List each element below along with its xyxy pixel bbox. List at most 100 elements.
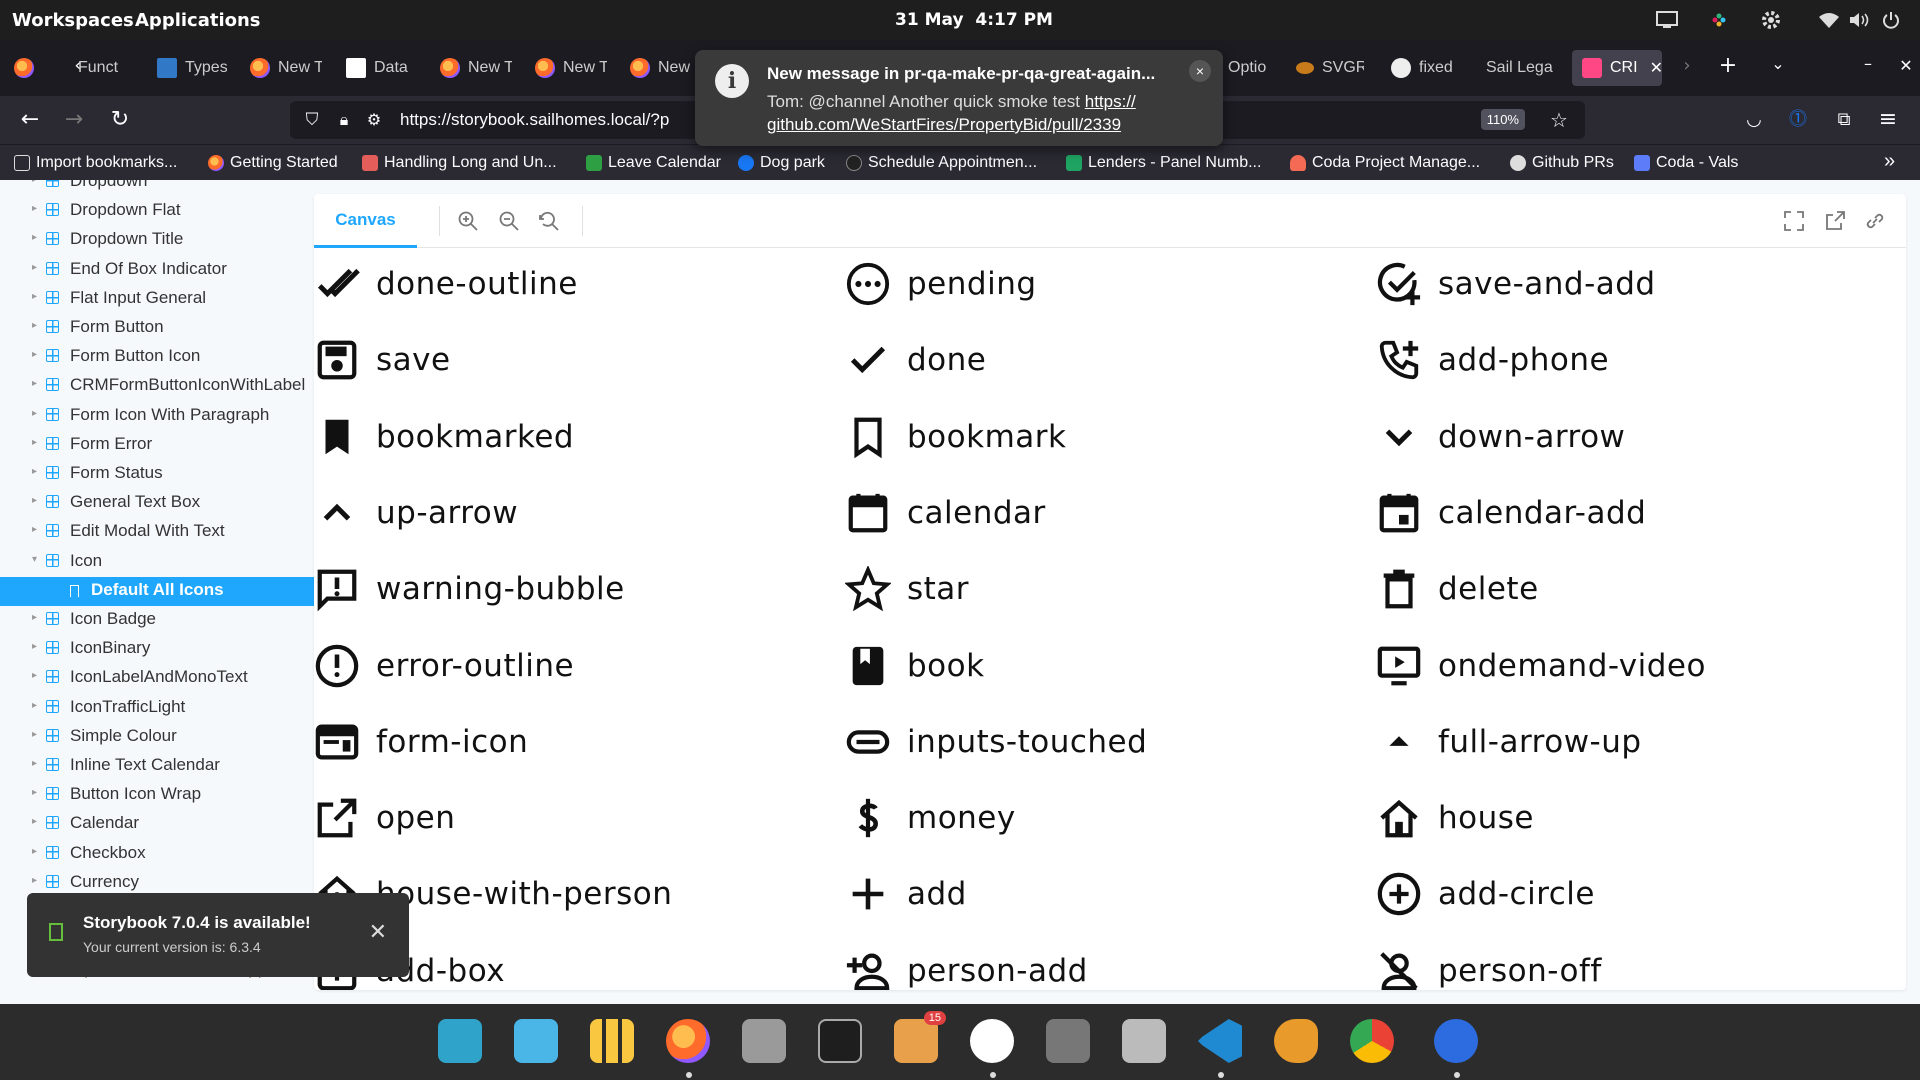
new-tab-icon[interactable]: + — [1716, 54, 1740, 78]
minimize-icon[interactable]: – — [1856, 52, 1880, 76]
signal-icon[interactable] — [1434, 1019, 1478, 1063]
list-all-tabs-icon[interactable]: ⌄ — [1766, 52, 1790, 76]
vscode-icon[interactable] — [1198, 1019, 1242, 1063]
bookmark-item[interactable]: Handling Long and Un... — [362, 154, 557, 172]
sidebar-item[interactable]: ▸ Form Button — [0, 314, 314, 343]
permissions-icon[interactable]: ⚙︎ — [362, 108, 386, 132]
tab[interactable]: New T — [250, 50, 322, 86]
sidebar-item[interactable]: ▸ Icon Badge — [0, 606, 314, 635]
settings-gear-icon[interactable] — [1758, 8, 1784, 32]
text-editor-icon[interactable]: 15 — [894, 1011, 946, 1063]
sidebar-item[interactable]: ▸ IconBinary — [0, 635, 314, 664]
sidebar-item[interactable]: ▸ End Of Box Indicator — [0, 256, 314, 285]
bookmark-item[interactable]: Getting Started — [208, 154, 338, 172]
close-tab-icon[interactable]: ✕ — [1650, 58, 1662, 78]
lock-icon[interactable]: 🔒︎ — [332, 108, 356, 132]
fullscreen-icon[interactable] — [1782, 209, 1806, 233]
slack-dock-icon[interactable] — [970, 1019, 1014, 1063]
chrome-icon[interactable] — [1350, 1019, 1394, 1063]
files-layout-app-icon[interactable] — [514, 1019, 558, 1063]
notification-link[interactable]: github.com/WeStartFires/PropertyBid/pull… — [767, 115, 1121, 134]
zoom-reset-icon[interactable] — [537, 209, 561, 233]
close-notification-button[interactable]: × — [1189, 60, 1211, 82]
dbeaver-icon[interactable] — [1274, 1019, 1318, 1063]
power-icon[interactable] — [1878, 8, 1904, 32]
bookmark-item[interactable]: Dog park — [738, 154, 825, 172]
tab[interactable]: Data — [346, 50, 416, 86]
copy-link-icon[interactable] — [1863, 209, 1887, 233]
sidebar-item[interactable]: ▸ Dropdown Flat — [0, 197, 314, 226]
terminal-icon[interactable] — [818, 1019, 862, 1063]
sidebar-item[interactable]: ▸ Form Button Icon — [0, 343, 314, 372]
zoom-in-icon[interactable] — [456, 209, 480, 233]
sidebar-item[interactable]: ▸ Checkbox — [0, 840, 314, 869]
forward-icon[interactable]: → — [62, 108, 86, 132]
bookmark-item[interactable]: Coda Project Manage... — [1290, 154, 1480, 172]
bookmark-item[interactable]: Github PRs — [1510, 154, 1614, 172]
file-manager-icon[interactable] — [742, 1019, 786, 1063]
tab[interactable]: Sail Lega — [1486, 50, 1556, 86]
1password-icon[interactable]: ⓵ — [1786, 108, 1810, 132]
firefox-view-icon[interactable] — [14, 50, 34, 86]
screen-icon[interactable] — [1654, 8, 1680, 32]
bookmark-item[interactable]: Import bookmarks... — [14, 154, 177, 172]
sidebar-item[interactable]: ▸ General Text Box — [0, 489, 314, 518]
tab-active[interactable]: CRI ✕ — [1572, 50, 1662, 86]
shield-icon[interactable]: ⛉ — [300, 108, 324, 132]
tab[interactable]: SVGR — [1296, 50, 1364, 86]
calculator-icon[interactable] — [1122, 1019, 1166, 1063]
tab[interactable]: New T — [535, 50, 607, 86]
bookmark-item[interactable]: Lenders - Panel Numb... — [1066, 154, 1261, 172]
sidebar-item[interactable]: ▸ Form Icon With Paragraph — [0, 402, 314, 431]
bookmark-star-icon[interactable]: ☆ — [1547, 108, 1571, 132]
sidebar-item[interactable]: ▸ Edit Modal With Text — [0, 518, 314, 547]
sidebar-item[interactable]: ▸ Flat Input General — [0, 285, 314, 314]
tab[interactable]: fixed — [1391, 50, 1457, 86]
system-settings-icon[interactable] — [1046, 1019, 1090, 1063]
sidebar-item[interactable]: ▸ Inline Text Calendar — [0, 752, 314, 781]
zoom-out-icon[interactable] — [497, 209, 521, 233]
tab[interactable]: New T — [440, 50, 512, 86]
extensions-icon[interactable]: ⧉ — [1832, 108, 1856, 132]
url-text[interactable]: https://storybook.sailhomes.local/?p — [400, 110, 669, 130]
slack-tray-icon[interactable] — [1706, 8, 1732, 32]
wifi-icon[interactable] — [1816, 8, 1842, 32]
tab-canvas[interactable]: Canvas — [314, 194, 417, 248]
zoom-level[interactable]: 110% — [1480, 109, 1525, 130]
clock[interactable]: 31 May 4:17 PM — [895, 10, 1053, 30]
sidebar-item[interactable]: ▸ Dropdown Title — [0, 226, 314, 255]
slack-notification[interactable]: i New message in pr-qa-make-pr-qa-great-… — [695, 50, 1223, 146]
applications-menu[interactable]: Applications — [135, 10, 261, 31]
search-app-icon[interactable] — [438, 1019, 482, 1063]
sidebar-item[interactable]: ▾ Icon — [0, 548, 314, 577]
more-bookmarks-icon[interactable]: » — [1884, 150, 1895, 173]
sidebar-item[interactable]: ▸ Form Error — [0, 431, 314, 460]
sidebar-item[interactable]: ▸ Simple Colour — [0, 723, 314, 752]
reload-icon[interactable]: ↻ — [108, 108, 132, 132]
back-icon[interactable]: ← — [18, 108, 42, 132]
pocket-icon[interactable]: ◡ — [1742, 108, 1766, 132]
tab[interactable]: Funct — [78, 50, 156, 86]
tab[interactable]: New — [630, 50, 692, 86]
open-new-tab-icon[interactable] — [1823, 209, 1847, 233]
bookmark-item[interactable]: Coda - Vals — [1634, 154, 1738, 172]
close-toast-button[interactable]: ✕ — [369, 919, 387, 945]
tab[interactable]: Types — [157, 50, 227, 86]
tab-scroll-right-icon[interactable]: › — [1675, 54, 1699, 78]
sidebar-item[interactable]: ▸ IconLabelAndMonoText — [0, 664, 314, 693]
bookmark-item[interactable]: Schedule Appointmen... — [846, 154, 1037, 172]
bookmark-item[interactable]: Leave Calendar — [586, 154, 721, 172]
menu-icon[interactable]: ≡ — [1876, 108, 1900, 132]
sidebar-item[interactable]: ▸ IconTrafficLight — [0, 694, 314, 723]
tab[interactable]: Optio — [1228, 50, 1270, 86]
sidebar-item[interactable]: ▸ Form Status — [0, 460, 314, 489]
sidebar-story-selected[interactable]: Default All Icons — [0, 576, 314, 606]
sidebar-item[interactable]: ▸ Calendar — [0, 810, 314, 839]
storybook-update-toast[interactable]: Storybook 7.0.4 is available! Your curre… — [27, 893, 409, 977]
volume-icon[interactable] — [1846, 8, 1872, 32]
notification-link[interactable]: https:// — [1085, 92, 1136, 111]
app-grid-icon[interactable] — [590, 1019, 634, 1063]
sidebar-item[interactable]: ▸Dropdown — [0, 180, 314, 197]
workspaces-menu[interactable]: Workspaces — [12, 10, 134, 31]
firefox-dock-icon[interactable] — [666, 1019, 710, 1063]
